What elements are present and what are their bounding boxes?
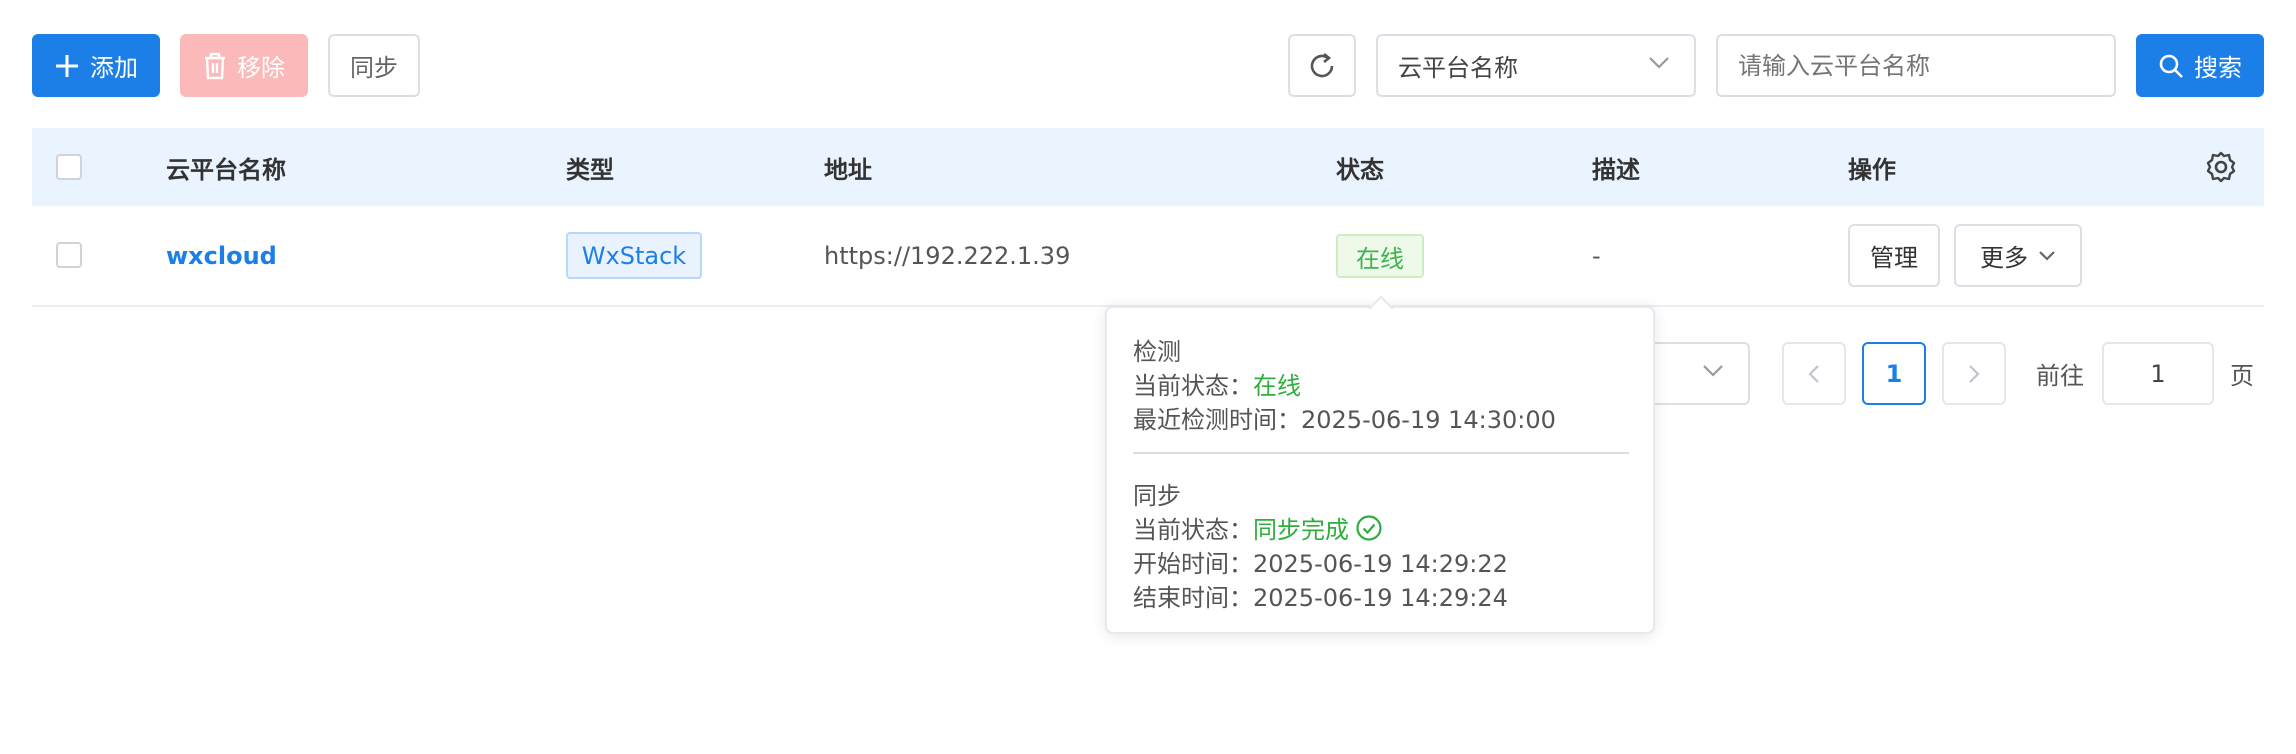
- select-all-checkbox[interactable]: [56, 154, 82, 180]
- search-field-select[interactable]: 云平台名称: [1376, 34, 1696, 97]
- column-header-address: 地址: [824, 155, 872, 184]
- refresh-icon: [1306, 50, 1338, 82]
- table-header: 云平台名称 类型 地址 状态 描述 操作: [32, 128, 2264, 206]
- next-page-button[interactable]: [1942, 342, 2006, 405]
- column-header-name: 云平台名称: [166, 155, 286, 184]
- popover-arrow: [1369, 296, 1393, 310]
- goto-label: 前往: [2036, 362, 2084, 390]
- refresh-button[interactable]: [1288, 34, 1356, 97]
- search-input[interactable]: [1716, 34, 2116, 97]
- platform-name-link[interactable]: wxcloud: [166, 206, 277, 305]
- search-icon: [2158, 53, 2184, 79]
- popover-check-title: 检测: [1133, 338, 1181, 366]
- type-tag: WxStack: [566, 232, 702, 279]
- column-header-description: 描述: [1592, 155, 1640, 184]
- chevron-down-icon: [1648, 56, 1670, 70]
- search-button[interactable]: 搜索: [2136, 34, 2264, 97]
- popover-sync-start-row: 开始时间：2025-06-19 14:29:22: [1133, 544, 1508, 579]
- sync-button-label: 同步: [350, 54, 398, 82]
- sync-button[interactable]: 同步: [328, 34, 420, 97]
- chevron-down-icon: [1702, 364, 1724, 378]
- row-checkbox[interactable]: [56, 242, 82, 268]
- popover-check-status-value: 在线: [1253, 372, 1301, 400]
- popover-check-time-label: 最近检测时间：: [1133, 406, 1301, 434]
- chevron-down-icon: [2038, 250, 2056, 262]
- column-header-status: 状态: [1336, 155, 1384, 184]
- remove-button-label: 移除: [237, 54, 285, 82]
- status-badge[interactable]: 在线: [1336, 234, 1424, 278]
- page-suffix-label: 页: [2230, 362, 2254, 390]
- popover-check-status-label: 当前状态：: [1133, 372, 1253, 400]
- status-popover: 检测 当前状态：在线 最近检测时间：2025-06-19 14:30:00 同步…: [1105, 296, 1655, 634]
- search-button-label: 搜索: [2194, 54, 2242, 82]
- goto-page-value: 1: [2150, 359, 2166, 388]
- popover-sync-status-value: 同步完成: [1253, 516, 1349, 544]
- manage-button-label: 管理: [1870, 244, 1918, 272]
- popover-sync-status-label: 当前状态：: [1133, 516, 1253, 544]
- popover-sync-end-label: 结束时间：: [1133, 584, 1253, 612]
- popover-check-time-row: 最近检测时间：2025-06-19 14:30:00: [1133, 400, 1556, 435]
- popover-divider: [1133, 452, 1629, 454]
- popover-sync-status-row: 当前状态： 同步完成: [1133, 510, 1383, 545]
- trash-icon: [203, 52, 227, 80]
- manage-button[interactable]: 管理: [1848, 224, 1940, 287]
- popover-check-status-row: 当前状态：在线: [1133, 366, 1301, 401]
- popover-sync-end-value: 2025-06-19 14:29:24: [1253, 584, 1508, 612]
- description-cell: -: [1592, 241, 1601, 270]
- check-circle-icon: [1355, 514, 1383, 542]
- more-button-label: 更多: [1980, 244, 2028, 272]
- add-button[interactable]: 添加: [32, 34, 160, 97]
- plus-icon: [54, 53, 80, 79]
- popover-sync-end-row: 结束时间：2025-06-19 14:29:24: [1133, 578, 1508, 613]
- page-number-current[interactable]: 1: [1862, 342, 1926, 405]
- column-settings-gear-icon[interactable]: [2204, 150, 2238, 184]
- popover-sync-title: 同步: [1133, 482, 1181, 510]
- search-field-select-value: 云平台名称: [1398, 54, 1518, 82]
- more-dropdown-button[interactable]: 更多: [1954, 224, 2082, 287]
- column-header-type: 类型: [566, 155, 614, 184]
- popover-sync-start-value: 2025-06-19 14:29:22: [1253, 550, 1508, 578]
- popover-sync-start-label: 开始时间：: [1133, 550, 1253, 578]
- current-page-label: 1: [1885, 359, 1903, 388]
- address-cell: https://192.222.1.39: [824, 241, 1071, 270]
- prev-page-button[interactable]: [1782, 342, 1846, 405]
- add-button-label: 添加: [90, 54, 138, 82]
- column-header-actions: 操作: [1848, 155, 1896, 184]
- goto-page-input[interactable]: 1: [2102, 342, 2214, 405]
- chevron-right-icon: [1968, 364, 1980, 384]
- remove-button[interactable]: 移除: [180, 34, 308, 97]
- popover-check-time-value: 2025-06-19 14:30:00: [1301, 406, 1556, 434]
- chevron-left-icon: [1808, 364, 1820, 384]
